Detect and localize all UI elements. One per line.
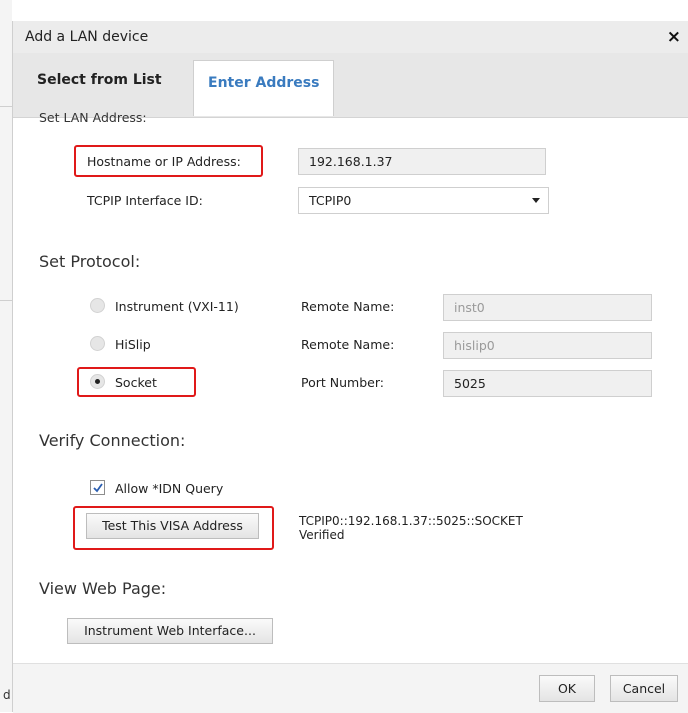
chevron-down-icon — [532, 198, 540, 203]
hostname-label: Hostname or IP Address: — [87, 154, 241, 169]
interface-id-label: TCPIP Interface ID: — [87, 193, 203, 208]
background-partial-text: d — [3, 688, 11, 702]
instrument-web-interface-button[interactable]: Instrument Web Interface... — [67, 618, 273, 644]
test-visa-address-button[interactable]: Test This VISA Address — [86, 513, 259, 539]
remote-name-input-hislip: hislip0 — [443, 332, 652, 359]
radio-hislip[interactable] — [90, 336, 105, 351]
remote-name-label-hislip: Remote Name: — [301, 337, 395, 352]
tab-enter-address[interactable]: Enter Address — [193, 60, 334, 116]
web-page-heading: View Web Page: — [39, 579, 167, 598]
port-number-input[interactable]: 5025 — [443, 370, 652, 397]
verification-status: Verified — [299, 528, 345, 542]
ok-button[interactable]: OK — [539, 675, 595, 702]
radio-label-instrument: Instrument (VXI-11) — [115, 299, 239, 314]
checkmark-icon — [93, 483, 103, 493]
interface-id-value: TCPIP0 — [309, 193, 352, 208]
verify-heading: Verify Connection: — [39, 431, 186, 450]
remote-name-label-vxi11: Remote Name: — [301, 299, 395, 314]
interface-id-select[interactable]: TCPIP0 — [298, 187, 549, 214]
port-number-label: Port Number: — [301, 375, 384, 390]
tab-bar: Select from List Enter Address — [13, 53, 688, 118]
tab-select-from-list[interactable]: Select from List — [23, 60, 183, 116]
lan-address-heading: Set LAN Address: — [39, 110, 147, 125]
dialog-title: Add a LAN device — [25, 29, 149, 45]
allow-idn-label: Allow *IDN Query — [115, 481, 224, 496]
allow-idn-checkbox[interactable] — [90, 480, 105, 495]
remote-name-input-vxi11: inst0 — [443, 294, 652, 321]
dialog-titlebar: Add a LAN device × — [13, 21, 688, 53]
protocol-heading: Set Protocol: — [39, 252, 141, 271]
background-divider — [0, 300, 12, 301]
dialog-footer: OK Cancel — [13, 663, 688, 713]
background-app-strip: d — [0, 0, 12, 712]
add-lan-device-dialog: Add a LAN device × Select from List Ente… — [12, 21, 688, 713]
close-icon[interactable]: × — [667, 27, 681, 47]
visa-address-result: TCPIP0::192.168.1.37::5025::SOCKET — [299, 514, 523, 528]
radio-socket[interactable] — [90, 374, 105, 389]
cancel-button[interactable]: Cancel — [610, 675, 678, 702]
background-divider — [0, 106, 12, 107]
hostname-input[interactable]: 192.168.1.37 — [298, 148, 546, 175]
radio-label-socket: Socket — [115, 375, 157, 390]
radio-instrument-vxi11[interactable] — [90, 298, 105, 313]
radio-label-hislip: HiSlip — [115, 337, 151, 352]
